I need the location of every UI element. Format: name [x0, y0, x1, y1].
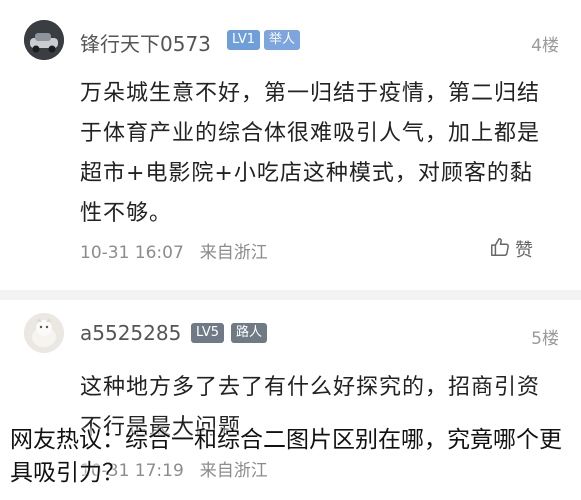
overlay-caption: 网友热议：综合一和综合二图片区别在哪，究竟哪个更具吸引力？: [10, 427, 562, 486]
divider: [0, 290, 581, 300]
username[interactable]: 锋行天下0573: [80, 28, 211, 57]
role-badge: 举人: [264, 30, 301, 50]
level-badge: LV5: [191, 323, 224, 343]
floor-number: 5楼: [531, 329, 559, 349]
comment-meta: 10-31 16:07 来自浙江: [80, 238, 268, 263]
avatar[interactable]: [24, 313, 64, 353]
avatar[interactable]: [24, 20, 64, 60]
floor-number: 4楼: [531, 36, 559, 56]
comment-source: 来自浙江: [199, 243, 268, 263]
like-label: 赞: [515, 240, 533, 261]
role-badge: 路人: [231, 323, 268, 343]
comment-item-4: 锋行天下0573 LV1 举人 4楼 万朵城生意不好，第一归结于疫情，第二归结于…: [0, 0, 581, 290]
username[interactable]: a5525285: [80, 321, 181, 345]
comment-time: 10-31 16:07: [80, 243, 184, 263]
comment-content: 万朵城生意不好，第一归结于疫情，第二归结于体育产业的综合体很难吸引人气，加上都是…: [80, 81, 541, 226]
level-badge: LV1: [227, 30, 260, 50]
like-button[interactable]: 赞: [489, 236, 533, 262]
thumbs-up-icon: [489, 236, 511, 262]
